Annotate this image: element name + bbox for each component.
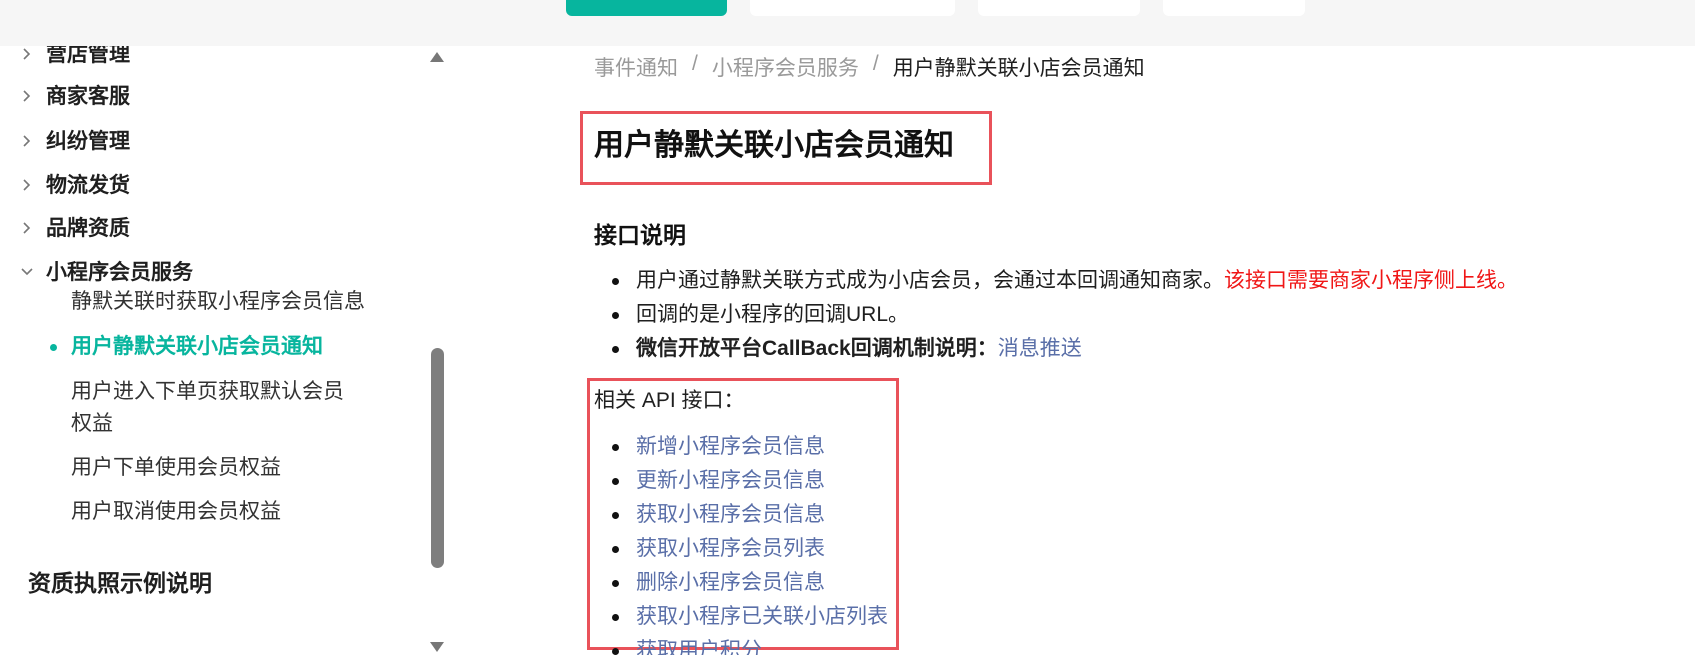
api-link[interactable]: 新增小程序会员信息 bbox=[636, 435, 825, 458]
chevron-right-icon bbox=[20, 46, 46, 63]
api-link-list: 新增小程序会员信息 更新小程序会员信息 获取小程序会员信息 获取小程序会员列表 … bbox=[594, 430, 888, 655]
page-title: 用户静默关联小店会员通知 bbox=[594, 129, 954, 162]
api-link[interactable]: 删除小程序会员信息 bbox=[636, 571, 825, 594]
list-item: 删除小程序会员信息 bbox=[594, 566, 888, 600]
list-item: 获取小程序会员列表 bbox=[594, 532, 888, 566]
top-button-4[interactable] bbox=[1163, 0, 1305, 16]
list-item: 更新小程序会员信息 bbox=[594, 464, 888, 498]
api-link[interactable]: 获取小程序会员列表 bbox=[636, 537, 825, 560]
top-button-2[interactable] bbox=[750, 0, 955, 16]
sidebar-subitem[interactable]: 用户下单使用会员权益 bbox=[71, 452, 371, 484]
section-heading: 接口说明 bbox=[594, 222, 686, 248]
description-list: 用户通过静默关联方式成为小店会员，会通过本回调通知商家。该接口需要商家小程序侧上… bbox=[594, 264, 1518, 366]
breadcrumb-separator: / bbox=[872, 52, 879, 75]
sidebar-subitem[interactable]: 用户进入下单页获取默认会员权益 bbox=[71, 376, 361, 440]
sidebar-item-brand[interactable]: 品牌资质 bbox=[0, 212, 130, 242]
top-button-3[interactable] bbox=[978, 0, 1140, 16]
sidebar-item-dispute[interactable]: 纠纷管理 bbox=[0, 125, 130, 155]
sidebar: 营店管理 商家客服 纠纷管理 物流发货 品牌资质 小程序会员服务 静默关联时获取… bbox=[0, 46, 448, 655]
list-item: 微信开放平台CallBack回调机制说明：消息推送 bbox=[594, 332, 1518, 366]
api-link[interactable]: 获取小程序会员信息 bbox=[636, 503, 825, 526]
sidebar-item-customer-service[interactable]: 商家客服 bbox=[0, 80, 130, 110]
sidebar-item-label: 纠纷管理 bbox=[46, 130, 130, 153]
sidebar-item-label: 品牌资质 bbox=[46, 217, 130, 240]
api-link[interactable]: 更新小程序会员信息 bbox=[636, 469, 825, 492]
breadcrumb-current: 用户静默关联小店会员通知 bbox=[892, 57, 1145, 80]
scroll-down-arrow-icon[interactable] bbox=[430, 642, 444, 652]
sidebar-item-label: 营店管理 bbox=[46, 46, 130, 66]
message-push-link[interactable]: 消息推送 bbox=[998, 337, 1082, 360]
scroll-up-arrow-icon[interactable] bbox=[430, 52, 444, 62]
chevron-right-icon bbox=[20, 174, 46, 194]
api-link[interactable]: 获取用户积分 bbox=[636, 639, 762, 655]
breadcrumb-item[interactable]: 小程序会员服务 bbox=[712, 52, 859, 82]
list-item: 获取小程序会员信息 bbox=[594, 498, 888, 532]
api-label: 相关 API 接口： bbox=[594, 389, 745, 412]
warning-text: 该接口需要商家小程序侧上线。 bbox=[1224, 269, 1518, 292]
breadcrumb-item[interactable]: 事件通知 bbox=[594, 52, 678, 82]
sidebar-subitem[interactable]: 用户取消使用会员权益 bbox=[71, 496, 371, 528]
breadcrumb: 事件通知 / 小程序会员服务 / 用户静默关联小店会员通知 bbox=[594, 52, 1145, 82]
chevron-right-icon bbox=[20, 85, 46, 105]
scrollbar-thumb[interactable] bbox=[431, 348, 444, 568]
top-bar bbox=[0, 0, 1695, 46]
active-dot bbox=[50, 344, 57, 351]
sidebar-item-mini-program-member[interactable]: 小程序会员服务 bbox=[0, 256, 193, 286]
chevron-right-icon bbox=[20, 130, 46, 150]
sidebar-item-label: 商家客服 bbox=[46, 85, 130, 108]
api-link[interactable]: 获取小程序已关联小店列表 bbox=[636, 605, 888, 628]
list-item: 新增小程序会员信息 bbox=[594, 430, 888, 464]
breadcrumb-separator: / bbox=[692, 52, 698, 75]
sidebar-item-store-management[interactable]: 营店管理 bbox=[0, 46, 130, 68]
chevron-right-icon bbox=[20, 217, 46, 237]
sidebar-section-title[interactable]: 资质执照示例说明 bbox=[28, 564, 212, 598]
sidebar-subitem[interactable]: 静默关联时获取小程序会员信息 bbox=[71, 286, 371, 318]
list-item: 回调的是小程序的回调URL。 bbox=[594, 298, 1518, 332]
chevron-down-icon bbox=[20, 261, 46, 281]
sidebar-item-label: 物流发货 bbox=[46, 174, 130, 197]
list-item: 获取用户积分 bbox=[594, 634, 888, 655]
sidebar-subitem-active[interactable]: 用户静默关联小店会员通知 bbox=[71, 331, 371, 363]
list-item: 用户通过静默关联方式成为小店会员，会通过本回调通知商家。该接口需要商家小程序侧上… bbox=[594, 264, 1518, 298]
top-primary-button[interactable] bbox=[566, 0, 727, 16]
sidebar-item-logistics[interactable]: 物流发货 bbox=[0, 169, 130, 199]
sidebar-item-label: 小程序会员服务 bbox=[46, 261, 193, 284]
list-item: 获取小程序已关联小店列表 bbox=[594, 600, 888, 634]
